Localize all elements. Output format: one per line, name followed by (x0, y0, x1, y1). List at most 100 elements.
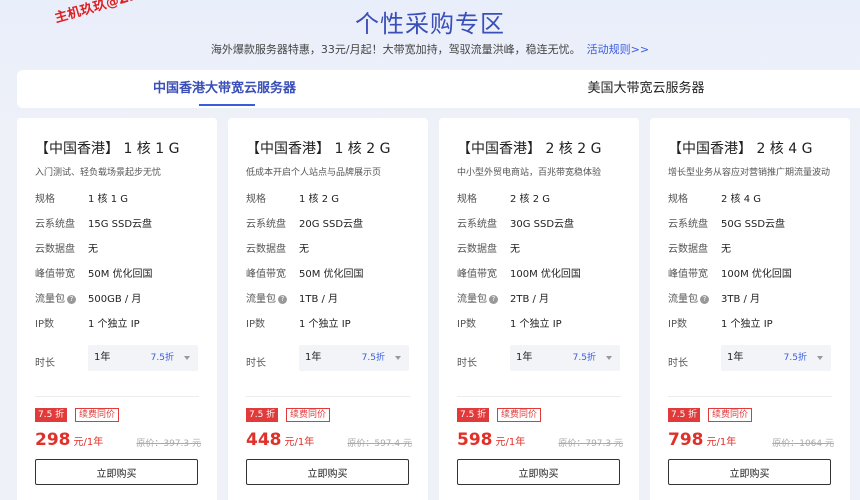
traffic-value: 1TB / 月 (299, 294, 339, 305)
question-circle-icon[interactable]: ? (278, 295, 287, 304)
ip-label: IP数 (668, 319, 687, 330)
traffic-label-wrap: 流量包? (246, 293, 300, 307)
divider (35, 396, 199, 397)
original-price: 原价：1064 元 (772, 439, 834, 449)
discount-badge: 7.5 折 (35, 408, 68, 422)
question-circle-icon[interactable]: ? (67, 295, 76, 304)
bandwidth-value: 50M 优化回国 (88, 269, 153, 280)
data-disk-value: 无 (721, 244, 731, 255)
divider (246, 396, 410, 397)
traffic-label-wrap: 流量包? (35, 293, 89, 307)
chevron-down-icon (606, 356, 612, 360)
bandwidth-label: 峰值带宽 (668, 269, 708, 280)
data-disk-label: 云数据盘 (35, 244, 75, 255)
bandwidth-value: 100M 优化回国 (721, 269, 792, 280)
data-disk-value: 无 (510, 244, 520, 255)
tab-hong-kong[interactable]: 中国香港大带宽云服务器 (17, 70, 432, 108)
traffic-value: 3TB / 月 (721, 294, 761, 305)
renew-badge: 续费同价 (497, 408, 542, 422)
chevron-down-icon (184, 356, 190, 360)
ip-label: IP数 (246, 319, 265, 330)
product-card: 【中国香港】 1 核 2 G 低成本开启个人站点与品牌展示页 规格 1 核 2 G… (228, 118, 428, 500)
page-subtitle: 海外爆款服务器特惠，33元/月起！大带宽加持，驾驭流量洪峰，稳连无忧。 活动规则>… (0, 42, 860, 58)
duration-label: 时长 (246, 358, 266, 369)
page-title: 个性采购专区 (355, 10, 505, 38)
price-unit: 元/1年 (73, 437, 104, 448)
discount-badge: 7.5 折 (457, 408, 490, 422)
sys-disk-value: 30G SSD云盘 (510, 219, 575, 230)
divider (457, 396, 621, 397)
card-description: 低成本开启个人站点与品牌展示页 (246, 168, 382, 178)
renew-badge: 续费同价 (75, 408, 120, 422)
card-title: 【中国香港】 2 核 4 G (668, 141, 813, 157)
card-description: 增长型业务从容应对营销推广期流量波动 (668, 168, 831, 178)
traffic-value: 2TB / 月 (510, 294, 550, 305)
data-disk-label: 云数据盘 (457, 244, 497, 255)
product-cards: 【中国香港】 1 核 1 G 入门测试、轻负载场景起步无忧 规格 1 核 1 G … (17, 118, 860, 500)
ip-value: 1 个独立 IP (299, 319, 351, 330)
card-description: 入门测试、轻负载场景起步无忧 (35, 168, 162, 178)
ip-value: 1 个独立 IP (88, 319, 140, 330)
bandwidth-label: 峰值带宽 (35, 269, 75, 280)
discount-badge: 7.5 折 (668, 408, 701, 422)
chevron-down-icon (817, 356, 823, 360)
sys-disk-value: 20G SSD云盘 (299, 219, 364, 230)
buy-button[interactable]: 立即购买 (35, 459, 198, 485)
traffic-label-wrap: 流量包? (457, 293, 511, 307)
bandwidth-value: 100M 优化回国 (510, 269, 581, 280)
spec-label: 规格 (246, 194, 266, 205)
data-disk-value: 无 (299, 244, 309, 255)
traffic-label: 流量包 (35, 294, 65, 305)
original-price: 原价：797.3 元 (558, 439, 623, 449)
original-price: 原价：597.4 元 (347, 439, 412, 449)
ip-value: 1 个独立 IP (721, 319, 773, 330)
question-circle-icon[interactable]: ? (700, 295, 709, 304)
duration-select[interactable]: 1年 7.5折 (88, 345, 198, 371)
data-disk-value: 无 (88, 244, 98, 255)
duration-select[interactable]: 1年 7.5折 (299, 345, 409, 371)
rules-link[interactable]: 活动规则>> (587, 43, 649, 56)
spec-value: 1 核 2 G (299, 194, 340, 205)
ip-value: 1 个独立 IP (510, 319, 562, 330)
duration-discount: 7.5折 (783, 353, 807, 363)
product-card: 【中国香港】 2 核 2 G 中小型外贸电商站，百兆带宽稳体验 规格 2 核 2 … (439, 118, 639, 500)
renew-badge: 续费同价 (708, 408, 753, 422)
spec-value: 1 核 1 G (88, 194, 129, 205)
data-disk-label: 云数据盘 (246, 244, 286, 255)
duration-discount: 7.5折 (572, 353, 596, 363)
price: 598 元/1年 (457, 430, 525, 450)
ip-label: IP数 (35, 319, 54, 330)
chevron-down-icon (395, 356, 401, 360)
duration-value: 1年 (727, 352, 744, 363)
price: 798 元/1年 (668, 430, 736, 450)
spec-label: 规格 (457, 194, 477, 205)
traffic-label: 流量包 (457, 294, 487, 305)
tab-usa[interactable]: 美国大带宽云服务器 (432, 70, 860, 108)
original-price: 原价：397.3 元 (136, 439, 201, 449)
product-card: 【中国香港】 1 核 1 G 入门测试、轻负载场景起步无忧 规格 1 核 1 G … (17, 118, 217, 500)
bandwidth-label: 峰值带宽 (457, 269, 497, 280)
ip-label: IP数 (457, 319, 476, 330)
spec-label: 规格 (668, 194, 688, 205)
spec-value: 2 核 2 G (510, 194, 551, 205)
subtitle-text: 海外爆款服务器特惠，33元/月起！大带宽加持，驾驭流量洪峰，稳连无忧。 (210, 43, 581, 56)
sys-disk-value: 15G SSD云盘 (88, 219, 153, 230)
spec-label: 规格 (35, 194, 55, 205)
duration-select[interactable]: 1年 7.5折 (510, 345, 620, 371)
page-header: 个性采购专区 海外爆款服务器特惠，33元/月起！大带宽加持，驾驭流量洪峰，稳连无… (0, 8, 860, 58)
traffic-value: 500GB / 月 (88, 294, 142, 305)
traffic-label-wrap: 流量包? (668, 293, 722, 307)
buy-button[interactable]: 立即购买 (246, 459, 409, 485)
buy-button[interactable]: 立即购买 (668, 459, 831, 485)
question-circle-icon[interactable]: ? (489, 295, 498, 304)
sys-disk-label: 云系统盘 (668, 219, 708, 230)
sys-disk-label: 云系统盘 (457, 219, 497, 230)
sys-disk-value: 50G SSD云盘 (721, 219, 786, 230)
product-card: 【中国香港】 2 核 4 G 增长型业务从容应对营销推广期流量波动 规格 2 核 … (650, 118, 850, 500)
price-amount: 298 (35, 430, 71, 450)
buy-button[interactable]: 立即购买 (457, 459, 620, 485)
duration-label: 时长 (457, 358, 477, 369)
bandwidth-label: 峰值带宽 (246, 269, 286, 280)
price-amount: 598 (457, 430, 493, 450)
duration-select[interactable]: 1年 7.5折 (721, 345, 831, 371)
